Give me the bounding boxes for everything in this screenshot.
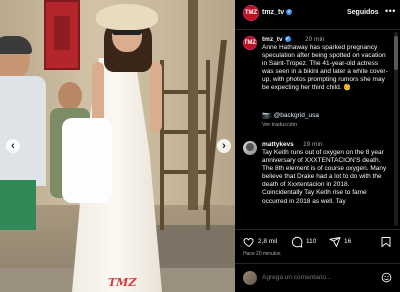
avatar[interactable] <box>243 141 257 155</box>
photo-woman-hat <box>96 4 158 30</box>
chevron-right-icon[interactable]: › <box>217 139 231 153</box>
post-author-username[interactable]: tmz_tv ✓ <box>262 9 293 16</box>
send-icon[interactable] <box>329 236 341 248</box>
avatar[interactable]: TMZ <box>243 5 259 21</box>
comment-text: Tay Keith runs out of oxygen on the 8 ye… <box>262 149 387 205</box>
avatar[interactable]: TMZ <box>243 36 257 50</box>
photo-woman-arm <box>150 62 162 132</box>
comments-list[interactable]: TMZ tmz_tv ✓ 20 min Anne Hathaway has spa… <box>235 31 395 229</box>
chevron-left-icon[interactable]: ‹ <box>6 139 20 153</box>
likes-count[interactable]: 2,8 mil <box>258 238 277 245</box>
avatar-logo: TMZ <box>244 37 256 49</box>
comments-count[interactable]: 110 <box>306 238 316 245</box>
avatar-photo-detail <box>246 143 254 151</box>
verified-badge-icon: ✓ <box>286 9 293 16</box>
heart-icon[interactable] <box>243 236 255 248</box>
post-actions: 2,8 mil 110 16 Hace 20 minutos <box>235 229 400 259</box>
photo-man <box>0 36 46 240</box>
caption-text: Anne Hathaway has sparked pregnancy spec… <box>262 44 388 92</box>
photo-woman <box>62 0 172 292</box>
comment-composer <box>235 263 400 292</box>
post-header: TMZ tmz_tv ✓ Seguidos ••• <box>235 0 400 30</box>
post-time-ago: Hace 20 minutos <box>243 251 281 257</box>
comment-input[interactable] <box>262 274 362 281</box>
username-text[interactable]: tmz_tv <box>262 36 283 43</box>
caption-time: 20 min <box>305 36 325 43</box>
emoji-icon[interactable] <box>381 272 392 283</box>
following-button[interactable]: Seguidos <box>347 9 379 16</box>
photo-man-shorts <box>0 180 36 230</box>
bookmark-icon[interactable] <box>380 236 392 248</box>
comment-icon[interactable] <box>291 236 303 248</box>
post-photo[interactable]: TMZ ‹ › <box>0 0 235 292</box>
photo-watermark: TMZ <box>108 276 137 289</box>
comment-time: 19 min <box>303 141 323 148</box>
photo-woman-towel <box>62 118 112 203</box>
avatar-logo: TMZ <box>244 6 258 20</box>
shares-count[interactable]: 16 <box>344 238 351 245</box>
scrollbar-thumb[interactable] <box>394 36 398 70</box>
comment-username[interactable]: mattykevs <box>262 141 294 148</box>
translate-link[interactable]: Ver traducción <box>262 122 297 128</box>
verified-badge-icon: ✓ <box>284 36 291 43</box>
photo-pole <box>188 0 198 210</box>
username-text[interactable]: tmz_tv <box>262 9 284 16</box>
photo-man-shirt <box>0 76 46 186</box>
caption-username[interactable]: tmz_tv ✓ <box>262 36 291 43</box>
caption-photo-credit[interactable]: 📷: @backgrid_usa <box>262 112 319 120</box>
post-sidebar: TMZ tmz_tv ✓ Seguidos ••• TMZ tmz_tv ✓ 20 … <box>235 0 400 292</box>
comments-scrollbar[interactable] <box>394 32 398 226</box>
more-options-button[interactable]: ••• <box>385 6 396 16</box>
avatar <box>243 271 257 285</box>
